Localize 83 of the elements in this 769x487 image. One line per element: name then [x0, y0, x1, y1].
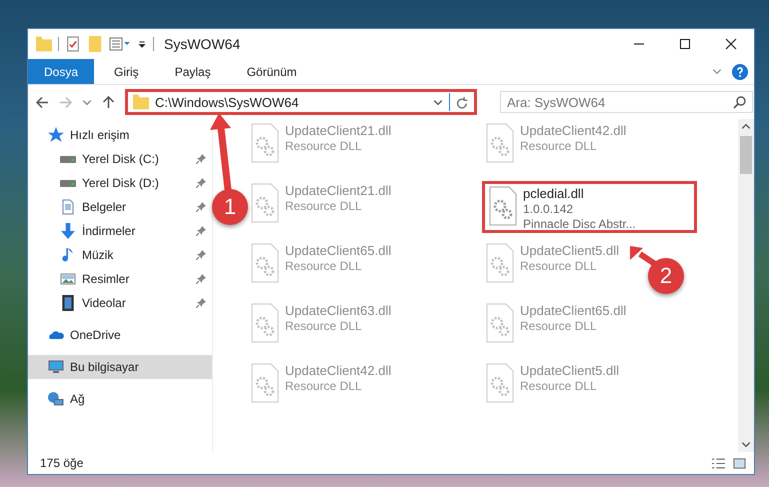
ribbon-tab[interactable]: Giriş: [98, 59, 155, 84]
file-name: UpdateClient42.dll: [520, 123, 626, 138]
annotation-arrow: [630, 246, 657, 266]
maximize-icon: [679, 38, 691, 50]
file-detail: Resource DLL: [285, 379, 363, 393]
up-arrow-icon[interactable]: [102, 96, 115, 108]
network-icon: [48, 391, 64, 407]
close-icon: [725, 38, 737, 50]
gears-file-icon: [251, 183, 279, 223]
ribbon-tab[interactable]: Dosya: [28, 59, 94, 84]
file-detail: Resource DLL: [285, 319, 363, 333]
dropdown-caret-icon[interactable]: [433, 98, 443, 106]
ribbon-tab[interactable]: Paylaş: [158, 59, 227, 84]
gears-file-icon: [486, 363, 514, 403]
file-detail: 1.0.0.142: [523, 202, 574, 216]
scrollbar[interactable]: [738, 119, 754, 452]
film-icon: [60, 295, 76, 311]
gears-file-icon: [486, 243, 514, 283]
file-detail: Resource DLL: [285, 259, 363, 273]
sidebar-item[interactable]: Ağ: [28, 387, 212, 411]
details-view-icon[interactable]: [712, 456, 725, 470]
file-detail: Resource DLL: [285, 199, 363, 213]
download-arrow-icon: [60, 223, 76, 239]
star-icon: [48, 127, 64, 143]
file-item[interactable]: pcledial.dll 1.0.0.142 Pinnacle Disc Abstr...: [482, 181, 697, 233]
properties-check-icon: [65, 36, 81, 52]
file-name: pcledial.dll: [523, 186, 585, 201]
file-name: UpdateClient21.dll: [285, 183, 392, 198]
recent-caret-icon[interactable]: [82, 98, 92, 106]
picture-icon: [60, 271, 76, 287]
sidebar-item[interactable]: Yerel Disk (C:): [28, 147, 212, 171]
scroll-up-icon[interactable]: [741, 123, 751, 130]
sidebar-item[interactable]: Müzik: [28, 243, 212, 267]
gears-file-icon: [251, 243, 279, 283]
file-name: UpdateClient42.dll: [285, 363, 392, 378]
file-name: UpdateClient5.dll: [520, 243, 620, 258]
file-detail: Resource DLL: [520, 259, 598, 273]
window-title: SysWOW64: [164, 36, 240, 52]
large-icons-view-icon[interactable]: [733, 456, 746, 470]
ribbon-tab[interactable]: Görünüm: [230, 59, 313, 84]
file-detail: Resource DLL: [520, 319, 598, 333]
drive-icon: [60, 156, 76, 162]
refresh-icon[interactable]: [456, 96, 469, 108]
drive-icon: [60, 180, 76, 186]
back-arrow-icon[interactable]: [36, 96, 49, 108]
sidebar-item[interactable]: Yerel Disk (D:): [28, 171, 212, 195]
gears-file-icon: [486, 303, 514, 343]
file-detail: Pinnacle Disc Abstr...: [523, 217, 636, 231]
sidebar-item[interactable]: Resimler: [28, 267, 212, 291]
item-count: 175 öğe: [40, 456, 84, 470]
new-folder-icon: [87, 36, 103, 52]
sidebar-item[interactable]: Videolar: [28, 291, 212, 315]
file-detail: Resource DLL: [285, 139, 363, 153]
gears-file-icon: [251, 363, 279, 403]
help-icon[interactable]: [732, 64, 748, 80]
folder-icon: [133, 94, 149, 110]
file-name: UpdateClient63.dll: [285, 303, 392, 318]
file-detail: Resource DLL: [520, 139, 598, 153]
file-name: UpdateClient5.dll: [520, 363, 620, 378]
address-bar[interactable]: C:\Windows\SysWOW64: [125, 89, 477, 115]
gears-file-icon: [489, 186, 517, 226]
monitor-icon: [48, 359, 64, 375]
file-detail: Resource DLL: [520, 379, 598, 393]
file-name: UpdateClient21.dll: [285, 123, 392, 138]
sidebar-item[interactable]: Hızlı erişim: [28, 123, 212, 147]
gears-file-icon: [251, 303, 279, 343]
scroll-down-icon[interactable]: [741, 441, 751, 448]
folder-icon: [36, 36, 52, 52]
gears-file-icon: [251, 123, 279, 163]
sidebar-item[interactable]: Belgeler: [28, 195, 212, 219]
document-icon: [60, 199, 76, 215]
search-field[interactable]: Ara: SysWOW64: [500, 91, 753, 113]
address-path: C:\Windows\SysWOW64: [155, 94, 300, 110]
dropdown-caret-icon[interactable]: [137, 40, 147, 48]
chevron-down-icon[interactable]: [712, 68, 722, 75]
file-name: UpdateClient65.dll: [285, 243, 392, 258]
view-options-icon: [109, 36, 131, 52]
scrollbar-thumb[interactable]: [740, 136, 752, 174]
sidebar-item[interactable]: Bu bilgisayar: [28, 355, 212, 379]
gears-file-icon: [486, 123, 514, 163]
sidebar-item[interactable]: İndirmeler: [28, 219, 212, 243]
file-name: UpdateClient65.dll: [520, 303, 626, 318]
sidebar-item[interactable]: OneDrive: [28, 323, 212, 347]
